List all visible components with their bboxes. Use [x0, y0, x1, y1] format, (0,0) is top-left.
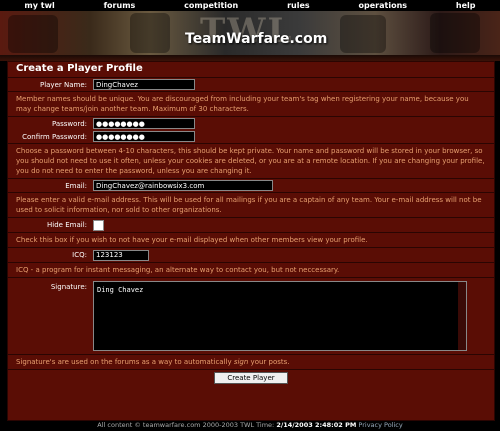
signature-help-emphasis: sign — [233, 358, 249, 366]
signature-text: Ding Chavez — [97, 286, 144, 294]
icq-label: ICQ: — [72, 251, 87, 259]
footer-time: 2/14/2003 2:48:02 PM — [276, 421, 357, 429]
signature-label: Signature: — [50, 283, 87, 291]
banner-figure-image — [340, 15, 386, 53]
password-row: Password: — [8, 117, 494, 130]
nav-forums[interactable]: forums — [104, 1, 136, 10]
player-name-input[interactable] — [93, 79, 195, 90]
nav-competition[interactable]: competition — [184, 1, 238, 10]
create-player-button[interactable]: Create Player — [214, 372, 288, 384]
icq-input[interactable] — [93, 249, 149, 261]
banner-figure-image — [8, 15, 58, 53]
banner-figure-image — [430, 13, 480, 53]
nav-help[interactable]: help — [456, 1, 476, 10]
top-nav: my twl forums competition rules operatio… — [0, 0, 500, 11]
email-input[interactable] — [93, 180, 273, 191]
hide-email-label: Hide Email: — [47, 221, 87, 229]
page-title: Create a Player Profile — [8, 62, 494, 78]
icq-help: ICQ - a program for instant messaging, a… — [8, 263, 494, 278]
site-logo[interactable]: TeamWarfare.com — [185, 31, 327, 47]
footer-copyright: All content © teamwarfare.com 2000-2003 … — [97, 421, 275, 429]
password-input[interactable] — [93, 118, 195, 129]
nav-operations[interactable]: operations — [359, 1, 408, 10]
signature-help-text-end: your posts. — [248, 358, 290, 366]
nav-rules[interactable]: rules — [287, 1, 310, 10]
signature-help-text: Signature's are used on the forums as a … — [16, 358, 234, 366]
header-banner: TWL TeamWarfare.com — [0, 11, 500, 55]
icq-row: ICQ: — [8, 248, 494, 263]
hide-email-row: Hide Email: — [8, 218, 494, 233]
create-profile-panel: Create a Player Profile Player Name: Mem… — [7, 61, 495, 421]
password-help: Choose a password between 4-10 character… — [8, 144, 494, 179]
signature-row: Signature: Ding Chavez — [8, 278, 494, 355]
hide-email-help: Check this box if you wish to not have y… — [8, 233, 494, 248]
hide-email-checkbox[interactable] — [93, 219, 104, 231]
banner-figure-image — [130, 13, 170, 53]
signature-textarea[interactable]: Ding Chavez — [93, 281, 467, 351]
email-row: Email: — [8, 179, 494, 193]
confirm-password-label: Confirm Password: — [22, 132, 87, 141]
email-help: Please enter a valid e-mail address. Thi… — [8, 193, 494, 218]
signature-scrollbar[interactable] — [458, 282, 466, 350]
confirm-password-input[interactable] — [93, 131, 195, 142]
signature-help: Signature's are used on the forums as a … — [8, 355, 494, 370]
player-name-label: Player Name: — [39, 80, 87, 89]
player-name-help: Member names should be unique. You are d… — [8, 92, 494, 117]
email-label: Email: — [65, 181, 87, 190]
submit-row: Create Player — [8, 370, 494, 386]
confirm-password-row: Confirm Password: — [8, 130, 494, 144]
footer: All content © teamwarfare.com 2000-2003 … — [0, 421, 500, 429]
privacy-policy-link[interactable]: Privacy Policy — [358, 421, 402, 429]
password-label: Password: — [51, 119, 87, 128]
player-name-row: Player Name: — [8, 78, 494, 92]
nav-my-twl[interactable]: my twl — [24, 1, 54, 10]
